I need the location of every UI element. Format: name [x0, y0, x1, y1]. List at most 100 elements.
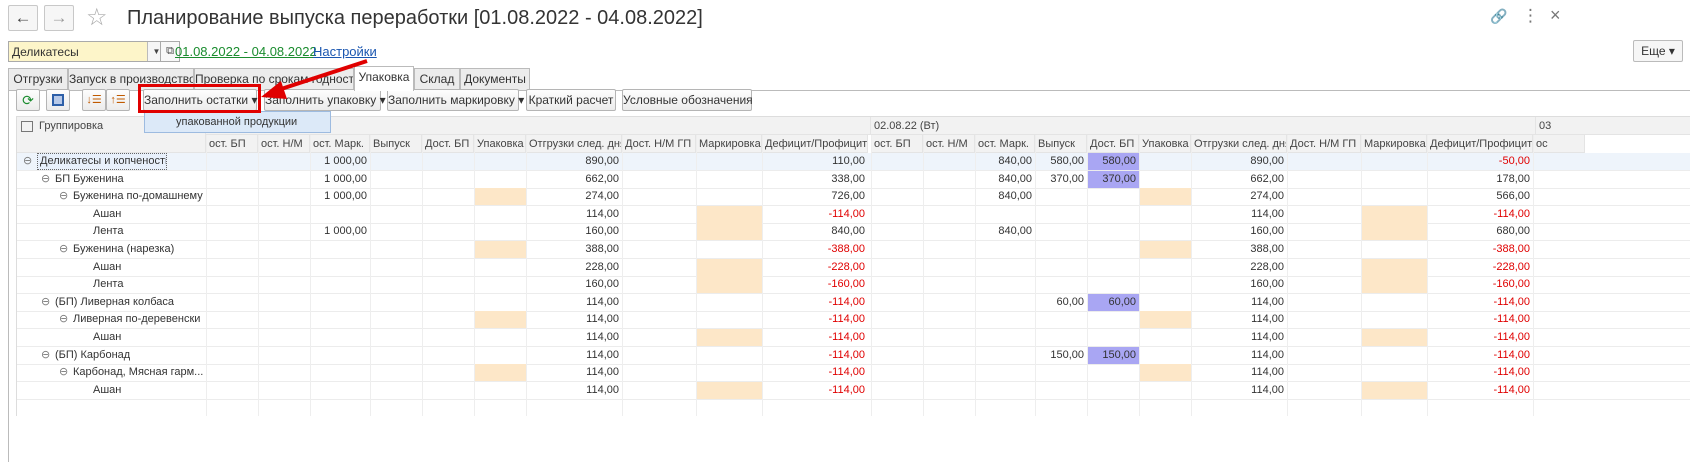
cell-value: 370,00: [1050, 172, 1084, 185]
cell-value: [1087, 223, 1139, 240]
tab-warehouse[interactable]: Склад: [414, 68, 460, 90]
col-header[interactable]: ост. БП: [871, 135, 923, 153]
more-button[interactable]: Еще ▾: [1633, 40, 1683, 62]
cell-value: [1139, 241, 1191, 258]
cell-value: [923, 153, 975, 170]
collapse-toggle-icon[interactable]: ⊖: [41, 294, 55, 311]
sort-descending-button[interactable]: ↑☰: [106, 89, 130, 111]
col-header[interactable]: Дефицит/Профицит: [762, 135, 868, 153]
brief-calc-button[interactable]: Краткий расчет: [526, 89, 616, 111]
cell-value: [1087, 259, 1139, 276]
arrow-annotation-icon: [261, 59, 368, 99]
col-header[interactable]: Дост. Н/М ГП: [622, 135, 696, 153]
cell-value: -114,00: [828, 331, 866, 343]
col-header[interactable]: Отгрузки след. дня: [526, 135, 622, 153]
collapse-toggle-icon[interactable]: ⊖: [59, 188, 73, 205]
collapse-toggle-icon[interactable]: ⊖: [59, 241, 73, 258]
legend-button[interactable]: Условные обозначения: [622, 89, 753, 111]
tab-shipments[interactable]: Отгрузки: [8, 68, 68, 90]
link-icon[interactable]: 🔗: [1490, 8, 1507, 25]
cell-value: 114,00: [1251, 313, 1284, 326]
row-name: Буженина (нарезка): [73, 243, 175, 255]
col-header[interactable]: Упаковка: [1139, 135, 1191, 153]
cell-value: -114,00: [1493, 383, 1531, 396]
cell-value: [1287, 223, 1361, 240]
cell-value: [474, 259, 526, 276]
tab-documents[interactable]: Документы: [460, 68, 530, 90]
sort-ascending-button[interactable]: ↓☰: [82, 89, 106, 111]
cell-value: [696, 171, 762, 188]
cell-value: [258, 223, 310, 240]
col-header[interactable]: Упаковка: [474, 135, 526, 153]
group-select[interactable]: Деликатесы ▼: [8, 41, 166, 62]
cell-value: [1139, 171, 1191, 188]
cell-value: [206, 311, 258, 328]
cell-value: [258, 311, 310, 328]
cell-value: [1139, 364, 1191, 382]
cell-value: [370, 223, 422, 240]
col-header[interactable]: ост. БП: [206, 135, 258, 153]
col-header[interactable]: Дефицит/Профицит: [1427, 135, 1533, 153]
save-button[interactable]: [46, 89, 70, 111]
cell-value: [1035, 206, 1087, 223]
col-header[interactable]: Выпуск: [1035, 135, 1087, 153]
col-header[interactable]: ост. Марк.: [310, 135, 370, 153]
cell-value: 890,00: [585, 155, 619, 167]
col-header[interactable]: ост. Марк.: [975, 135, 1035, 153]
collapse-toggle-icon[interactable]: ⊖: [41, 347, 55, 364]
cell-value: [1139, 223, 1191, 240]
cell-value: 114,00: [586, 207, 619, 220]
cell-value: [1361, 347, 1427, 364]
back-button[interactable]: ←: [8, 5, 38, 31]
column-divider: [422, 135, 423, 416]
row-name: (БП) Карбонад: [55, 348, 131, 361]
cell-value: [871, 241, 923, 258]
cell-value: [1087, 206, 1139, 223]
col-header[interactable]: Маркировка: [696, 135, 762, 153]
col-header[interactable]: Дост. БП: [1087, 135, 1139, 153]
col-header[interactable]: Выпуск: [370, 135, 422, 153]
cell-value: 662,00: [585, 172, 619, 185]
col-header[interactable]: ост. Н/М: [923, 135, 975, 153]
col-header[interactable]: Дост. Н/М ГП: [1287, 135, 1361, 153]
cell-value: [1287, 382, 1361, 399]
column-divider: [526, 135, 527, 416]
refresh-button[interactable]: ⟳: [16, 89, 40, 111]
cell-value: [1139, 188, 1191, 206]
close-icon[interactable]: ×: [1550, 5, 1561, 26]
favorite-star-icon[interactable]: ☆: [86, 3, 108, 32]
collapse-toggle-icon[interactable]: ⊖: [23, 153, 37, 170]
cell-value: [474, 382, 526, 399]
more-menu-icon[interactable]: ⋮: [1522, 6, 1539, 26]
cell-value: [1035, 188, 1087, 205]
cell-value: [871, 382, 923, 399]
cell-value: [696, 381, 762, 399]
cell-value: [696, 347, 762, 364]
col-header[interactable]: Маркировка: [1361, 135, 1427, 153]
cell-value: -388,00: [1492, 243, 1530, 255]
row-name: Лента: [93, 225, 124, 238]
collapse-toggle-icon[interactable]: ⊖: [59, 311, 73, 328]
col-header[interactable]: Дост. БП: [422, 135, 474, 153]
fill-marking-button[interactable]: Заполнить маркировку ▾: [387, 89, 524, 111]
forward-button[interactable]: →: [44, 5, 74, 31]
col-header[interactable]: ост. Н/М: [258, 135, 310, 153]
cell-value: [696, 223, 762, 241]
collapse-toggle-icon[interactable]: ⊖: [59, 364, 73, 381]
column-divider: [696, 135, 697, 416]
cell-value: [1361, 153, 1427, 170]
group-select-value: Деликатесы: [12, 45, 79, 59]
col-header[interactable]: ос: [1533, 135, 1585, 153]
cell-value: [1287, 329, 1361, 346]
cell-value: 580,00: [1087, 153, 1139, 170]
dropdown-item-packed-products[interactable]: упакованной продукции: [144, 111, 331, 133]
cell-value: [923, 364, 975, 381]
cell-value: [1035, 259, 1087, 276]
row-name: (БП) Ливерная колбаса: [55, 295, 175, 308]
cell-value: [370, 171, 422, 188]
cell-value: [422, 206, 474, 223]
data-table[interactable]: Группировка 02.08.22 (Вт) 03 ост. БП ост.…: [16, 116, 1690, 416]
col-header[interactable]: Отгрузки след. дня: [1191, 135, 1287, 153]
cell-value: [206, 153, 258, 170]
collapse-toggle-icon[interactable]: ⊖: [41, 171, 55, 188]
